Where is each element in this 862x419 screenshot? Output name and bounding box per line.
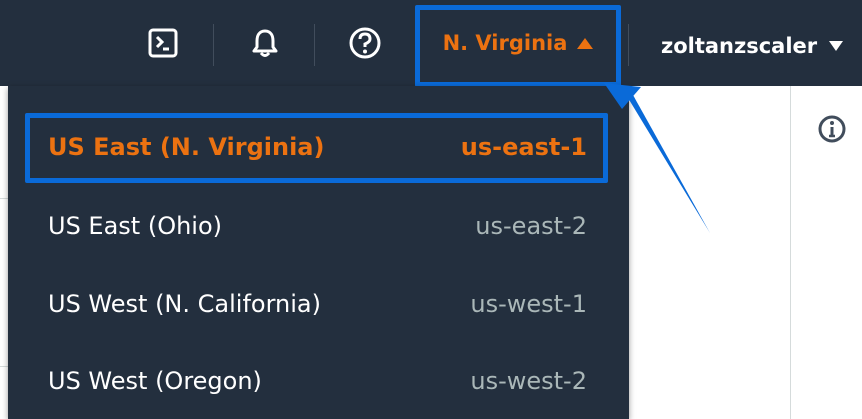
arrow-shaft: [628, 95, 710, 233]
callout-arrow: [604, 83, 710, 233]
